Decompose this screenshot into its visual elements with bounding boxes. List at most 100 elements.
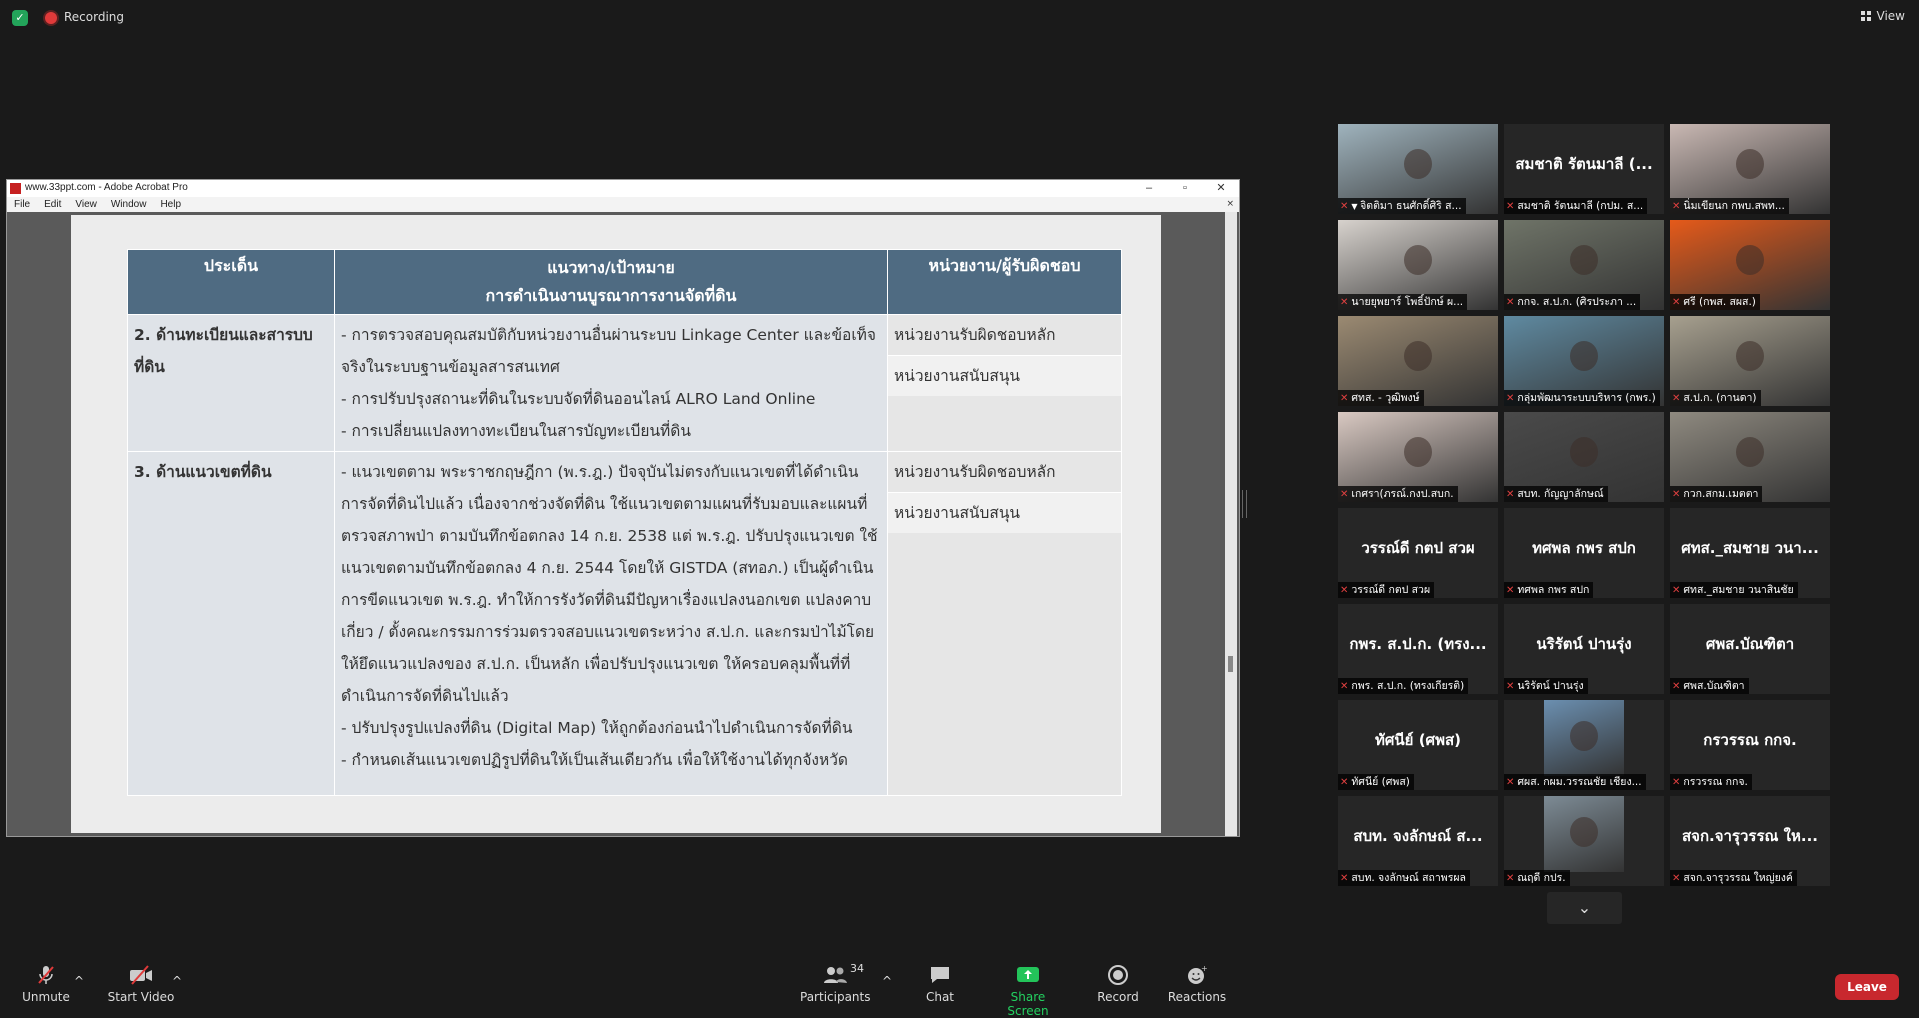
view-button[interactable]: View: [1860, 9, 1905, 23]
support-agency: หน่วยงานสนับสนุน: [888, 356, 1121, 396]
participant-name-label: ✕ เกศรา(ภรณ์.กงป.สบก.: [1338, 486, 1458, 502]
topic-cell: 3. ด้านแนวเขตที่ดิน: [127, 451, 335, 796]
participant-tile[interactable]: กพร. ส.ป.ก. (ทรง... ✕ กพร. ส.ป.ก. (ทรงเกีย…: [1338, 604, 1498, 694]
vertical-scrollbar[interactable]: [1225, 212, 1237, 836]
participant-label-text: วรรณ์ดี กตป สวผ: [1351, 584, 1431, 596]
reactions-button[interactable]: + Reactions: [1166, 964, 1228, 1004]
participant-display-name: วรรณ์ดี กตป สวผ: [1361, 539, 1475, 557]
chat-label: Chat: [925, 990, 955, 1004]
participant-silhouette: [1736, 341, 1764, 372]
participant-tile[interactable]: ✕ ▼ จิตติมา ธนศักดิ์ศิริ ส...: [1338, 124, 1498, 214]
participant-silhouette: [1404, 341, 1432, 372]
participants-options-caret[interactable]: ^: [882, 974, 892, 988]
participant-name-label: ✕ ศผส. กผม.วรรณชัย เชียง...: [1504, 774, 1646, 790]
acrobat-menubar: File Edit View Window Help: [7, 197, 1239, 212]
participant-tile[interactable]: ทัศนีย์ (ศพส) ✕ ทัศนีย์ (ศพส): [1338, 700, 1498, 790]
participant-silhouette: [1736, 149, 1764, 180]
muted-mic-icon: ✕: [1672, 777, 1681, 788]
chat-button[interactable]: Chat: [916, 964, 964, 1004]
share-screen-icon: [990, 964, 1066, 986]
close-window-button[interactable]: ✕: [1203, 180, 1239, 197]
participant-video: [1544, 700, 1624, 776]
participant-tile[interactable]: สมชาติ รัตนมาลี (... ✕ สมชาติ รัตนมาลี (กป…: [1504, 124, 1664, 214]
participant-tile[interactable]: กรวรรณ กกจ. ✕ กรวรรณ กกจ.: [1670, 700, 1830, 790]
muted-mic-icon: ✕: [1506, 201, 1515, 212]
participant-tile[interactable]: ✕ ศรี (กพส. สผส.): [1670, 220, 1830, 310]
share-screen-button[interactable]: Share Screen: [990, 964, 1066, 1018]
participant-display-name: สจก.จารุวรรณ ให...: [1682, 827, 1818, 845]
participant-label-text: นิ่มเขียนก กพบ.สพท...: [1683, 200, 1785, 212]
participant-tile[interactable]: ✕ นายยุพยาร์ โพธิ์ปักษ์ ผ...: [1338, 220, 1498, 310]
menu-window[interactable]: Window: [104, 197, 154, 212]
minimize-button[interactable]: –: [1131, 180, 1167, 197]
slide-header-row: ประเด็น แนวทาง/เป้าหมาย การดำเนินงานบูรณ…: [127, 249, 1122, 315]
unmute-button[interactable]: Unmute: [22, 964, 70, 1004]
reactions-label: Reactions: [1167, 990, 1227, 1004]
participant-name-label: ✕ กพร. ส.ป.ก. (ทรงเกียรติ): [1338, 678, 1469, 694]
muted-mic-icon: ✕: [1506, 489, 1515, 500]
participant-tile[interactable]: ✕ เกศรา(ภรณ์.กงป.สบก.: [1338, 412, 1498, 502]
menu-view[interactable]: View: [68, 197, 104, 212]
participant-tile[interactable]: ✕ ศผส. กผม.วรรณชัย เชียง...: [1504, 700, 1664, 790]
header-guideline: แนวทาง/เป้าหมาย การดำเนินงานบูรณาการงานจ…: [334, 249, 888, 315]
menu-edit[interactable]: Edit: [37, 197, 68, 212]
participant-tile[interactable]: ✕ กวก.สกม.เมตตา: [1670, 412, 1830, 502]
encryption-shield-icon[interactable]: ✓: [12, 10, 28, 26]
participant-display-name: สมชาติ รัตนมาลี (...: [1515, 155, 1653, 173]
participant-tile[interactable]: ✕ นิ่มเขียนก กพบ.สพท...: [1670, 124, 1830, 214]
start-video-button[interactable]: Start Video: [106, 964, 176, 1004]
participant-name-label: ✕ ศทส. - วุฒิพงษ์: [1338, 390, 1424, 406]
grid-icon: [1860, 10, 1872, 22]
participant-name-label: ✕ สจก.จารุวรรณ ใหญ่ยงค์: [1670, 870, 1797, 886]
participant-tile[interactable]: นริรัตน์ ปานรุ่ง ✕ นริรัตน์ ปานรุ่ง: [1504, 604, 1664, 694]
participant-silhouette: [1736, 437, 1764, 468]
muted-mic-icon: ✕: [1506, 873, 1515, 884]
participant-tile[interactable]: สจก.จารุวรรณ ให... ✕ สจก.จารุวรรณ ใหญ่ยงค์: [1670, 796, 1830, 886]
scrollbar-thumb[interactable]: [1228, 656, 1233, 672]
participant-tile[interactable]: ✕ ส.ป.ก. (กานดา): [1670, 316, 1830, 406]
audio-options-caret[interactable]: ^: [74, 974, 84, 988]
recording-icon: [45, 12, 57, 24]
participant-tile[interactable]: สบท. จงลักษณ์ ส... ✕ สบท. จงลักษณ์ สถาพรผล: [1338, 796, 1498, 886]
participant-tile[interactable]: ✕ สบท. กัญญาลักษณ์: [1504, 412, 1664, 502]
menu-help[interactable]: Help: [153, 197, 188, 212]
participant-tile[interactable]: ✕ ศทส. - วุฒิพงษ์: [1338, 316, 1498, 406]
participants-button[interactable]: 34 Participants: [800, 962, 871, 1004]
participant-silhouette: [1570, 817, 1598, 848]
maximize-button[interactable]: ▫: [1167, 180, 1203, 197]
primary-agency: หน่วยงานรับผิดชอบหลัก: [888, 315, 1121, 356]
participant-tile[interactable]: ศทส._สมชาย วนา... ✕ ศทส._สมชาย วนาสินชัย: [1670, 508, 1830, 598]
menu-file[interactable]: File: [7, 197, 37, 212]
participant-display-name: ทศพล กพร สปก: [1532, 539, 1636, 557]
participant-video: [1544, 796, 1624, 872]
participant-name-label: ✕ ส.ป.ก. (กานดา): [1670, 390, 1761, 406]
participant-label-text: นายยุพยาร์ โพธิ์ปักษ์ ผ...: [1351, 296, 1464, 308]
muted-mic-icon: ✕: [1340, 489, 1349, 500]
start-video-label: Start Video: [107, 990, 175, 1004]
record-button[interactable]: Record: [1092, 964, 1144, 1004]
muted-mic-icon: ✕: [1340, 585, 1349, 596]
participant-display-name: กพร. ส.ป.ก. (ทรง...: [1349, 635, 1487, 653]
chevron-down-icon[interactable]: ⌄: [1547, 892, 1622, 924]
panel-resize-handle[interactable]: [1242, 490, 1247, 518]
view-label: View: [1876, 9, 1905, 23]
slide-table: ประเด็น แนวทาง/เป้าหมาย การดำเนินงานบูรณ…: [127, 249, 1122, 796]
chat-icon: [916, 964, 964, 986]
close-document-button[interactable]: ×: [1226, 197, 1234, 212]
participant-tile[interactable]: ✕ กกจ. ส.ป.ก. (ศิรประภา ...: [1504, 220, 1664, 310]
participant-tile[interactable]: ✕ ณฤดี กปร.: [1504, 796, 1664, 886]
participant-name-label: ✕ ณฤดี กปร.: [1504, 870, 1570, 886]
participant-name-label: ✕ นายยุพยาร์ โพธิ์ปักษ์ ผ...: [1338, 294, 1468, 310]
participant-label-text: จิตติมา ธนศักดิ์ศิริ ส...: [1360, 200, 1462, 212]
participant-name-label: ✕ นริรัตน์ ปานรุ่ง: [1504, 678, 1588, 694]
video-options-caret[interactable]: ^: [172, 974, 182, 988]
participant-tile[interactable]: ✕ กลุ่มพัฒนาระบบบริหาร (กพร.): [1504, 316, 1664, 406]
leave-button[interactable]: Leave: [1835, 974, 1899, 1000]
muted-mic-icon: ✕: [1340, 873, 1349, 884]
participant-tile[interactable]: วรรณ์ดี กตป สวผ ✕ วรรณ์ดี กตป สวผ: [1338, 508, 1498, 598]
participant-name-label: ✕ นิ่มเขียนก กพบ.สพท...: [1670, 198, 1789, 214]
participant-tile[interactable]: ทศพล กพร สปก ✕ ทศพล กพร สปก: [1504, 508, 1664, 598]
document-area: ประเด็น แนวทาง/เป้าหมาย การดำเนินงานบูรณ…: [7, 212, 1239, 836]
participant-tile[interactable]: ศพส.บัณฑิตา ✕ ศพส.บัณฑิตา: [1670, 604, 1830, 694]
participant-name-label: ✕ ศทส._สมชาย วนาสินชัย: [1670, 582, 1798, 598]
